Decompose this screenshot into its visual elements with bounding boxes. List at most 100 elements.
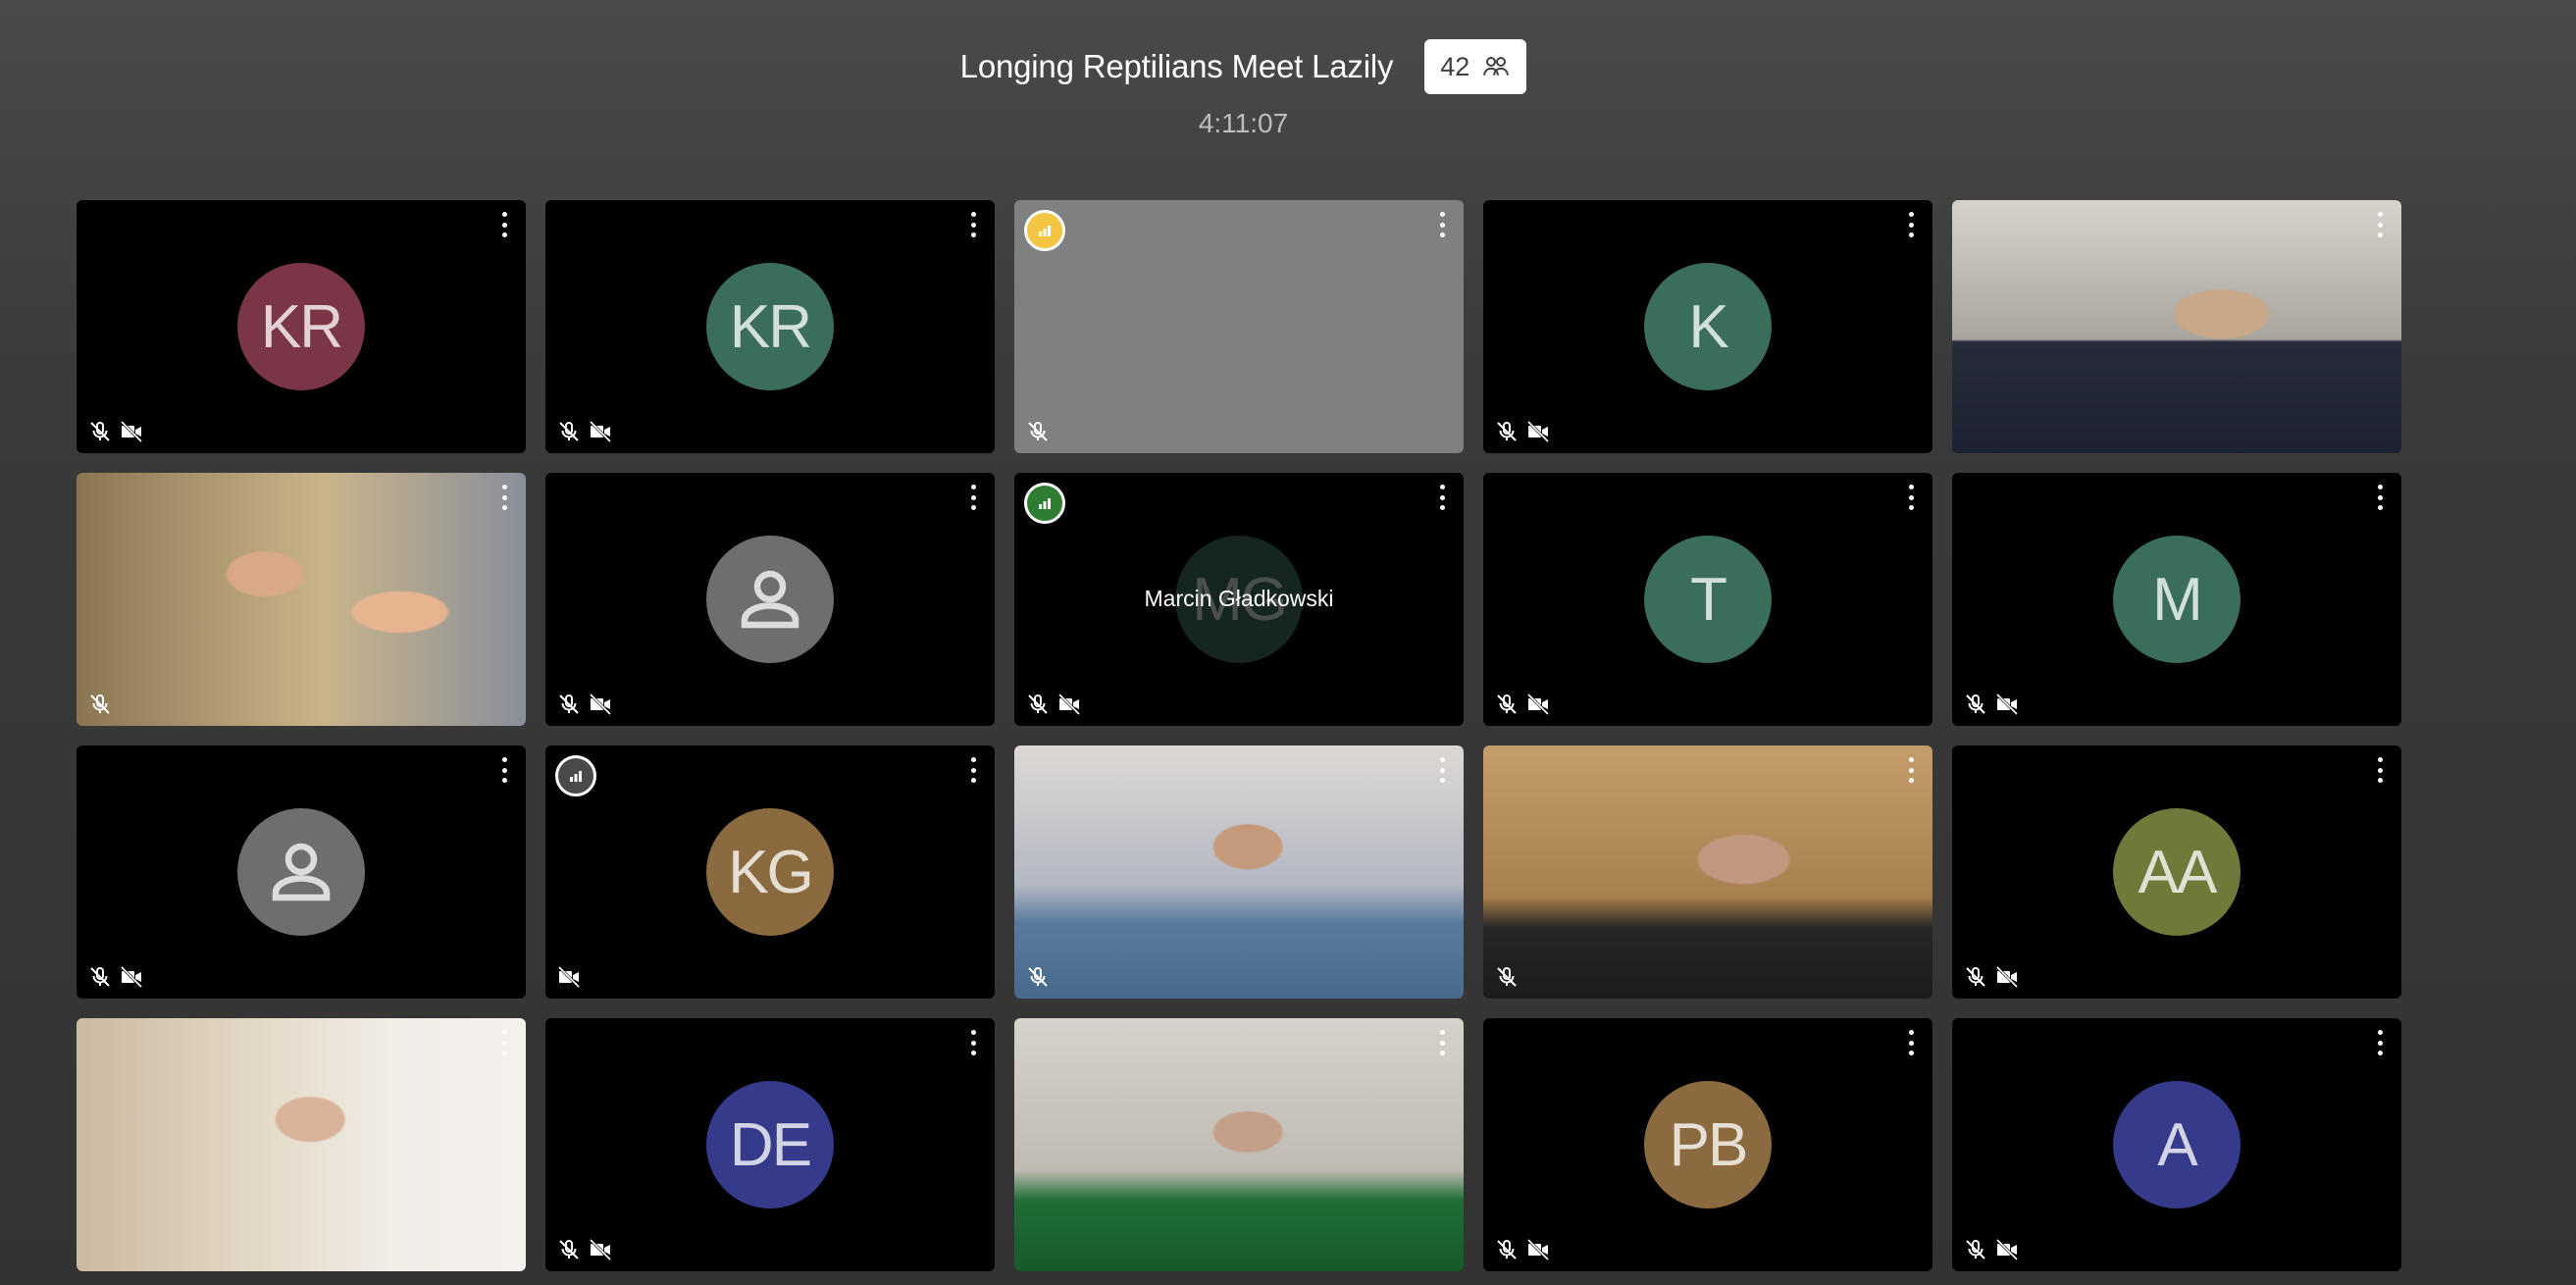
status-icons	[1495, 420, 1550, 443]
audio-level-icon	[1024, 483, 1065, 524]
avatar: PB	[1644, 1081, 1772, 1208]
camera-off-icon	[1526, 1238, 1550, 1261]
participant-tile[interactable]: A	[1952, 1018, 2401, 1271]
camera-off-icon	[557, 965, 581, 989]
status-icons	[557, 1238, 612, 1261]
participant-tile[interactable]: PB	[1483, 1018, 1932, 1271]
participant-grid: KR KR K MG Marcin Gładkowski T M KG AA D…	[77, 200, 2401, 1271]
more-options-icon[interactable]	[963, 212, 983, 237]
participant-video	[1483, 745, 1932, 999]
more-options-icon[interactable]	[1432, 1030, 1452, 1055]
person-icon	[272, 843, 331, 901]
status-icons	[88, 693, 112, 716]
participant-tile[interactable]	[1014, 745, 1464, 999]
camera-off-icon	[120, 965, 143, 989]
avatar: DE	[706, 1081, 834, 1208]
more-options-icon[interactable]	[2370, 1030, 2390, 1055]
camera-off-icon	[589, 420, 612, 443]
participant-tile[interactable]	[1014, 1018, 1464, 1271]
people-icon	[1483, 57, 1510, 76]
mic-off-icon	[1497, 422, 1517, 441]
avatar: M	[2113, 536, 2241, 663]
participant-tile[interactable]: AA	[1952, 745, 2401, 999]
camera-off-icon	[589, 1238, 612, 1261]
avatar	[706, 536, 834, 663]
more-options-icon[interactable]	[963, 1030, 983, 1055]
more-options-icon[interactable]	[963, 485, 983, 510]
participants-button[interactable]: 42	[1424, 39, 1527, 94]
mic-off-icon	[90, 422, 110, 441]
participant-tile[interactable]: M	[1952, 473, 2401, 726]
participant-tile[interactable]: KR	[545, 200, 995, 453]
more-options-icon[interactable]	[2370, 212, 2390, 237]
person-icon	[741, 570, 799, 629]
more-options-icon[interactable]	[494, 485, 514, 510]
more-options-icon[interactable]	[1432, 757, 1452, 783]
status-icons	[1964, 965, 2019, 989]
participant-video	[1014, 745, 1464, 999]
status-icons	[557, 693, 612, 716]
more-options-icon[interactable]	[1901, 1030, 1921, 1055]
participant-tile[interactable]: KR	[77, 200, 526, 453]
camera-off-icon	[1526, 693, 1550, 716]
participant-tile[interactable]	[1483, 745, 1932, 999]
status-icons	[1964, 693, 2019, 716]
audio-level-icon	[1024, 210, 1065, 251]
more-options-icon[interactable]	[494, 212, 514, 237]
status-icons	[88, 965, 143, 989]
status-icons	[1026, 965, 1050, 989]
participant-tile[interactable]: T	[1483, 473, 1932, 726]
mic-off-icon	[1497, 967, 1517, 987]
mic-off-icon	[559, 422, 579, 441]
meeting-timer: 4:11:07	[1198, 108, 1289, 138]
participant-tile[interactable]	[77, 745, 526, 999]
mic-off-icon	[90, 967, 110, 987]
avatar: T	[1644, 536, 1772, 663]
participant-count: 42	[1440, 51, 1470, 81]
status-icons	[557, 420, 612, 443]
mic-off-icon	[1028, 694, 1048, 714]
more-options-icon[interactable]	[1432, 212, 1452, 237]
more-options-icon[interactable]	[494, 1030, 514, 1055]
mic-off-icon	[1966, 967, 1985, 987]
participant-tile[interactable]: KG	[545, 745, 995, 999]
more-options-icon[interactable]	[1432, 485, 1452, 510]
mic-off-icon	[1966, 694, 1985, 714]
participant-tile[interactable]: DE	[545, 1018, 995, 1271]
participant-tile[interactable]	[77, 1018, 526, 1271]
more-options-icon[interactable]	[2370, 485, 2390, 510]
mic-off-icon	[559, 1240, 579, 1259]
participant-video	[77, 1018, 526, 1271]
mic-off-icon	[1497, 694, 1517, 714]
participant-tile[interactable]	[1952, 200, 2401, 453]
participant-tile[interactable]: K	[1483, 200, 1932, 453]
more-options-icon[interactable]	[1901, 212, 1921, 237]
mic-off-icon	[1028, 422, 1048, 441]
audio-level-icon	[555, 755, 596, 797]
participant-tile[interactable]	[1014, 200, 1464, 453]
participant-tile[interactable]	[545, 473, 995, 726]
avatar: KG	[706, 808, 834, 936]
participant-video	[1014, 1018, 1464, 1271]
status-icons	[1495, 965, 1519, 989]
camera-off-icon	[1995, 1238, 2019, 1261]
camera-off-icon	[1526, 420, 1550, 443]
avatar: A	[2113, 1081, 2241, 1208]
camera-off-icon	[120, 420, 143, 443]
participant-video	[1952, 200, 2401, 453]
more-options-icon[interactable]	[1901, 757, 1921, 783]
avatar: K	[1644, 263, 1772, 390]
title-row: Longing Reptilians Meet Lazily 42	[0, 39, 2487, 94]
participant-tile[interactable]	[77, 473, 526, 726]
more-options-icon[interactable]	[2370, 757, 2390, 783]
more-options-icon[interactable]	[1901, 485, 1921, 510]
avatar	[237, 808, 365, 936]
participant-tile[interactable]: MG Marcin Gładkowski	[1014, 473, 1464, 726]
mic-off-icon	[90, 694, 110, 714]
more-options-icon[interactable]	[494, 757, 514, 783]
more-options-icon[interactable]	[963, 757, 983, 783]
mic-off-icon	[1966, 1240, 1985, 1259]
status-icons	[557, 965, 581, 989]
meeting-title: Longing Reptilians Meet Lazily	[959, 48, 1394, 84]
mic-off-icon	[559, 694, 579, 714]
